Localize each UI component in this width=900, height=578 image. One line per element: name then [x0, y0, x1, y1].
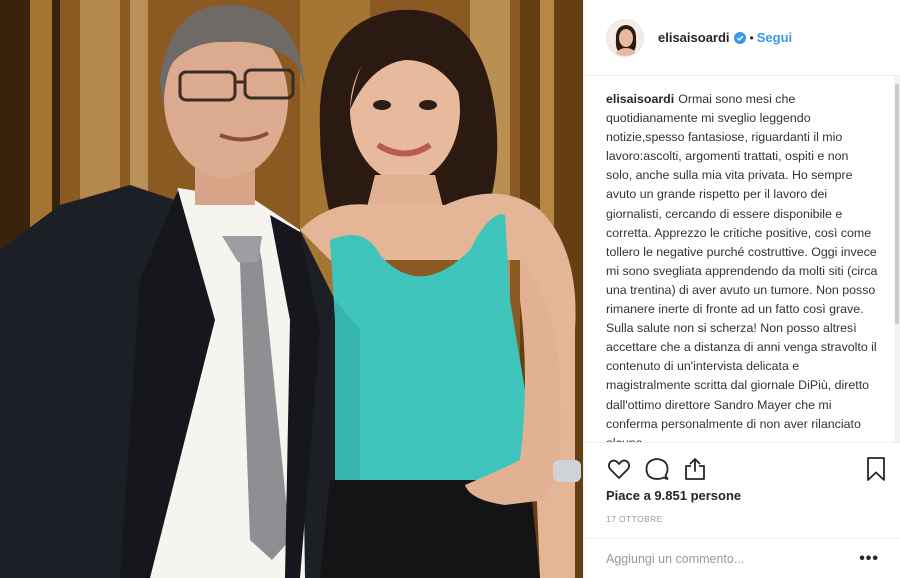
comment-input[interactable] [606, 551, 860, 566]
header-separator: • [749, 30, 754, 45]
more-options-icon[interactable]: ••• [859, 550, 879, 568]
avatar-image [607, 19, 643, 56]
verified-badge-icon [733, 31, 746, 44]
scrollbar-thumb[interactable] [895, 84, 899, 324]
caption-scrollbar[interactable] [894, 76, 900, 442]
caption-username[interactable]: elisaisoardi [606, 92, 674, 106]
heart-icon[interactable] [606, 456, 632, 482]
photo-illustration [0, 0, 583, 578]
post-caption: elisaisoardi Ormai sono mesi che quotidia… [606, 90, 878, 442]
header-username[interactable]: elisaisoardi [658, 30, 730, 45]
bookmark-icon[interactable] [865, 456, 887, 482]
post-date: 17 OTTOBRE [606, 514, 663, 524]
post-header: elisaisoardi • Segui [584, 0, 900, 76]
caption-text: Ormai sono mesi che quotidianamente mi s… [606, 92, 878, 442]
instagram-post: elisaisoardi • Segui elisaisoardi Ormai s… [0, 0, 900, 578]
action-bar [584, 442, 900, 481]
share-icon[interactable] [682, 456, 708, 482]
post-photo[interactable] [0, 0, 583, 578]
post-side-panel: elisaisoardi • Segui elisaisoardi Ormai s… [583, 0, 900, 578]
likes-count[interactable]: Piace a 9.851 persone [606, 488, 741, 503]
avatar[interactable] [606, 18, 644, 57]
comment-bar: ••• [584, 538, 900, 578]
follow-button[interactable]: Segui [757, 30, 792, 45]
comment-icon[interactable] [644, 456, 670, 482]
action-icons [606, 456, 708, 482]
